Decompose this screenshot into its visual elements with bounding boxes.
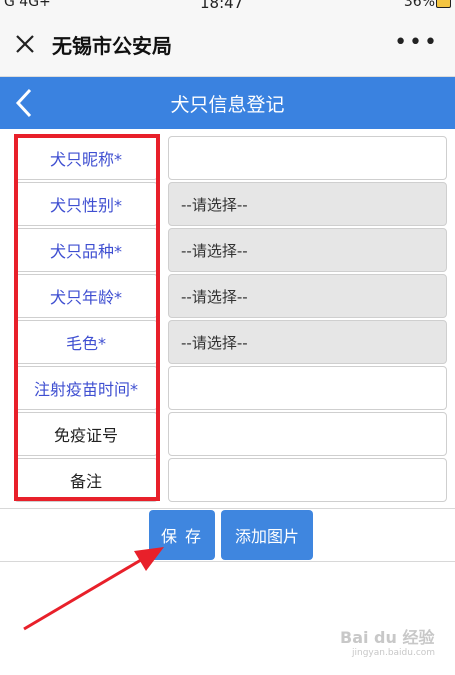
save-button[interactable]: 保存 — [149, 510, 215, 560]
immunity-cert-input[interactable] — [168, 412, 447, 456]
signal-indicator: G 4G+ — [4, 0, 51, 10]
app-title-bar: 无锡市公安局 ••• — [0, 14, 455, 77]
field-label: 犬只年龄* — [14, 274, 158, 318]
field-label: 免疫证号 — [14, 412, 158, 456]
form-row-nickname: 犬只昵称* — [0, 135, 455, 181]
dog-registration-form: 犬只昵称* 犬只性别* --请选择-- 犬只品种* --请选择-- 犬只年龄* … — [0, 135, 455, 503]
gender-select[interactable]: --请选择-- — [168, 182, 447, 226]
nickname-input[interactable] — [168, 136, 447, 180]
form-row-vaccine-time: 注射疫苗时间* — [0, 365, 455, 411]
battery-percent: 36% — [403, 0, 435, 10]
page-header: 犬只信息登记 — [0, 77, 455, 129]
form-row-coat-color: 毛色* --请选择-- — [0, 319, 455, 365]
watermark-logo: Bai du 经验 jingyan.baidu.com — [340, 624, 435, 658]
action-bar: 保存 添加图片 — [0, 508, 455, 562]
status-bar: G 4G+ 18:47 36% — [0, 0, 455, 14]
watermark-subtext: jingyan.baidu.com — [352, 648, 436, 658]
form-row-breed: 犬只品种* --请选择-- — [0, 227, 455, 273]
field-label: 犬只性别* — [14, 182, 158, 226]
more-options-icon[interactable]: ••• — [394, 32, 439, 54]
clock: 18:47 — [200, 0, 244, 12]
page-title: 犬只信息登记 — [170, 94, 285, 116]
app-title: 无锡市公安局 — [52, 34, 172, 58]
form-row-immunity-cert: 免疫证号 — [0, 411, 455, 457]
field-label: 备注 — [14, 458, 158, 502]
form-row-remarks: 备注 — [0, 457, 455, 503]
breed-select[interactable]: --请选择-- — [168, 228, 447, 272]
vaccine-time-input[interactable] — [168, 366, 447, 410]
watermark-text: Bai du 经验 — [340, 628, 435, 647]
field-label: 注射疫苗时间* — [14, 366, 158, 410]
field-label: 犬只昵称* — [14, 136, 158, 180]
remarks-input[interactable] — [168, 458, 447, 502]
battery-icon — [436, 0, 451, 8]
form-row-gender: 犬只性别* --请选择-- — [0, 181, 455, 227]
coat-color-select[interactable]: --请选择-- — [168, 320, 447, 364]
form-row-age: 犬只年龄* --请选择-- — [0, 273, 455, 319]
age-select[interactable]: --请选择-- — [168, 274, 447, 318]
field-label: 犬只品种* — [14, 228, 158, 272]
close-icon[interactable] — [14, 33, 36, 55]
add-image-button[interactable]: 添加图片 — [221, 510, 313, 560]
field-label: 毛色* — [14, 320, 158, 364]
